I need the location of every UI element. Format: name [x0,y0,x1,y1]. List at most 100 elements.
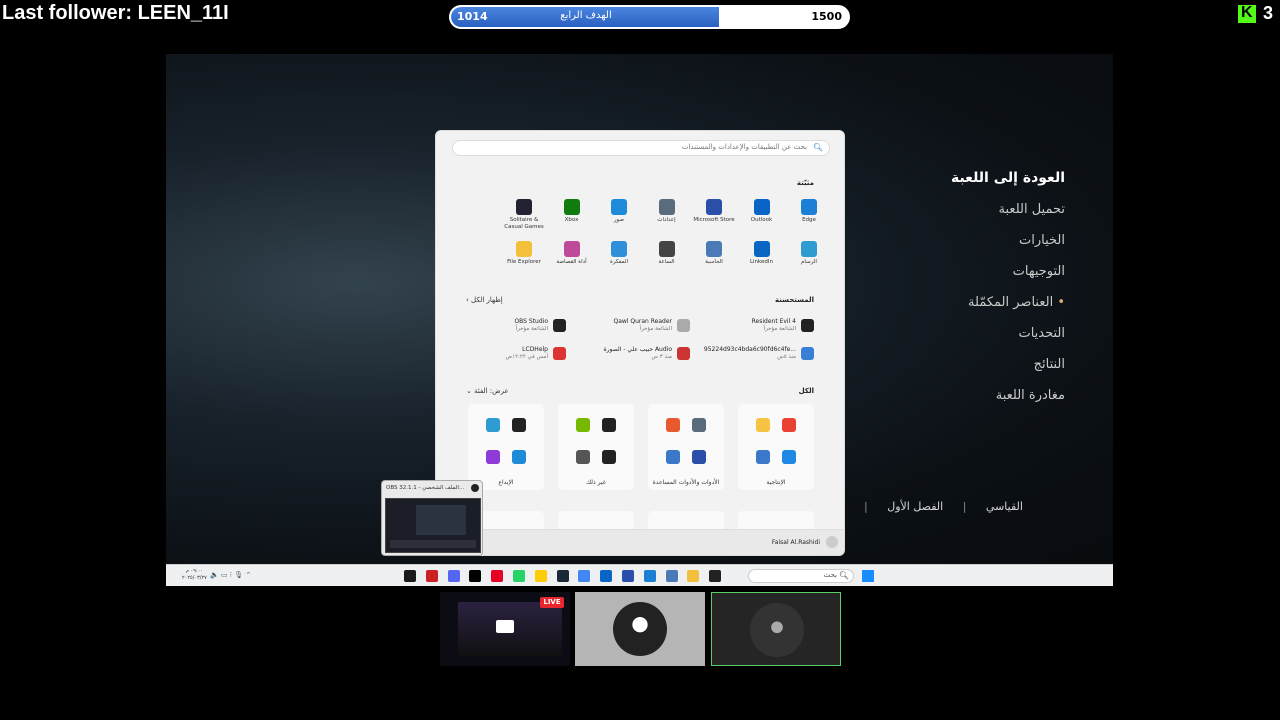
recommended-item[interactable]: 95224d93c4bda6c90fd6c4fe... منذ ٥س [704,345,814,365]
app-icon [756,450,770,464]
system-tray[interactable]: 🔈 ▭ ⁝ 🎙 ⌃ [210,571,251,579]
settings-icon [658,199,675,215]
viewer-count: 3 [1263,3,1274,23]
start-search-placeholder: بحث عن التطبيقات والإعدادات والمستندات [681,143,807,151]
start-search-input[interactable]: بحث عن التطبيقات والإعدادات والمستندات 🔍… [452,140,830,156]
recommended-title: Resident Evil 4 [751,318,796,325]
taskbar-search-input[interactable]: بحث 🔍︎ [748,569,854,583]
recommended-item[interactable]: حبيب علي - الصورة Audio منذ ٣ س [580,345,690,365]
quran-icon [677,319,690,332]
app-icon [486,418,500,432]
obs-preview-image [385,498,481,553]
pinned-app[interactable]: Outlook [739,199,785,224]
menu-return-to-game[interactable]: العودة إلى اللعبة [865,170,1065,186]
pinned-app-label: File Explorer [507,259,541,265]
pinned-app[interactable]: Edge [786,199,832,224]
file-icon [801,347,814,360]
taskbar-app-icon[interactable] [513,570,525,582]
pinned-app[interactable]: Solitaire & Casual Games [501,199,547,231]
participant-tile-active[interactable] [711,592,841,666]
pinned-app[interactable]: Microsoft Store [691,199,737,224]
menu-load-game[interactable]: تحميل اللعبة [865,202,1065,217]
taskbar-app-icon[interactable] [404,570,416,582]
taskbar-app-icon[interactable] [491,570,504,582]
goal-title: الهدف الرابع [560,10,612,21]
pinned-app[interactable]: صور [596,199,642,224]
taskbar-app-icon[interactable] [578,570,591,582]
pinned-app[interactable]: الحاسبة [691,241,737,266]
app-category-folder[interactable] [558,511,634,531]
recommended-item[interactable]: Resident Evil 4 الشائعة مؤخراً [704,317,814,337]
taskbar-app-icon[interactable] [665,570,678,582]
taskbar-app-icon[interactable] [447,570,460,582]
recommended-item[interactable]: LCDHelp أمس في ١٢:٢٢ص [456,345,566,365]
last-follower-label: Last follower: LEEN_11I [2,2,229,24]
windows-start-icon[interactable] [862,570,874,582]
pinned-app[interactable]: LinkedIn [739,241,785,266]
taskbar-app-icon[interactable] [622,570,634,582]
obs-preview-title: OBS 32.1.1 - الملف الشخصي... [386,485,465,491]
app-category-folder[interactable]: الإنتاجية [738,404,814,490]
menu-extra-content[interactable]: العناصر المكمّلة [865,295,1065,310]
taskbar-app-icon[interactable] [556,570,569,582]
menu-challenges[interactable]: التحديات [865,326,1065,341]
app-category-folder[interactable] [738,511,814,531]
app-category-folder[interactable] [648,511,724,531]
app-icon [576,450,590,464]
taskbar-app-icon[interactable] [643,570,656,582]
pinned-app[interactable]: Xbox [549,199,595,224]
taskbar-app-icon[interactable] [425,570,438,582]
linkedin-icon [753,241,770,257]
snipping-icon [563,241,580,257]
menu-quit-game[interactable]: مغادرة اللعبة [865,388,1065,403]
taskbar-search-placeholder: بحث [823,571,837,579]
photos-icon [611,199,627,215]
clock-time: ٠٩:٠٠ م [185,568,203,574]
pinned-app[interactable]: المفكرة [596,241,642,266]
taskbar-app-icon[interactable] [469,570,482,582]
app-icon [512,418,526,432]
pinned-app[interactable]: الساعة [644,241,690,266]
menu-tutorials[interactable]: التوجيهات [865,264,1065,279]
pinned-app[interactable]: إعدادات [644,199,690,224]
pinned-app-label: الساعة [658,259,675,265]
app-category-folder[interactable]: الإبداع [468,404,544,490]
taskbar-app-icon[interactable] [600,570,613,582]
paint-icon [801,241,817,257]
menu-results[interactable]: النتائج [865,357,1065,372]
participant-tile[interactable] [575,592,705,666]
folder-icon [516,241,532,257]
goal-progress-bar: 1014 الهدف الرابع 1500 [449,5,850,29]
avatar [613,602,667,656]
user-name[interactable]: Faisal Al.Rashidi [772,539,820,546]
recommended-item[interactable]: OBS Studio الشائعة مؤخراً [456,317,566,337]
app-icon [782,418,796,432]
taskbar-app-icon[interactable] [687,570,700,582]
pinned-app[interactable]: أداة القصاصة [549,241,595,266]
app-category-folder[interactable]: الأدوات والأدوات المساعدة [648,404,724,490]
category-label: الإنتاجية [766,479,786,486]
recommended-title: LCDHelp [522,346,548,353]
view-category-dropdown[interactable]: ⌄ عرض: الفئة [466,387,509,395]
game-footer: | القياسي | الفصل الأول [864,500,1023,513]
taskbar-clock[interactable]: ٠٩:٠٠ م ٢٠٢٥/٠٣/٢٧ [182,568,207,582]
pinned-app-label: LinkedIn [749,259,774,265]
app-icon [602,450,616,464]
taskbar-app-icon[interactable] [709,570,722,582]
menu-options[interactable]: الخيارات [865,233,1065,248]
category-label: الأدوات والأدوات المساعدة [652,479,720,486]
recommended-item[interactable]: Qawl Quran Reader الشائعة مؤخراً [580,317,690,337]
show-all-button[interactable]: ‹ إظهار الكل [466,296,503,304]
app-category-folder[interactable]: غير ذلك [558,404,634,490]
pinned-app-label: Edge [802,217,816,223]
windows-taskbar: ٠٩:٠٠ م ٢٠٢٥/٠٣/٢٧ 🔈 ▭ ⁝ 🎙 ⌃ بحث 🔍︎ [166,564,1113,586]
category-label: غير ذلك [586,479,606,486]
pinned-app[interactable]: File Explorer [501,241,547,266]
user-avatar-icon[interactable] [826,536,838,548]
close-icon[interactable] [471,484,479,492]
pinned-app-label: الحاسبة [705,259,723,265]
app-icon [576,418,590,432]
pinned-app[interactable]: الرسام [786,241,832,266]
taskbar-app-icon[interactable] [534,570,547,582]
obs-taskbar-preview[interactable]: OBS 32.1.1 - الملف الشخصي... [381,480,483,556]
